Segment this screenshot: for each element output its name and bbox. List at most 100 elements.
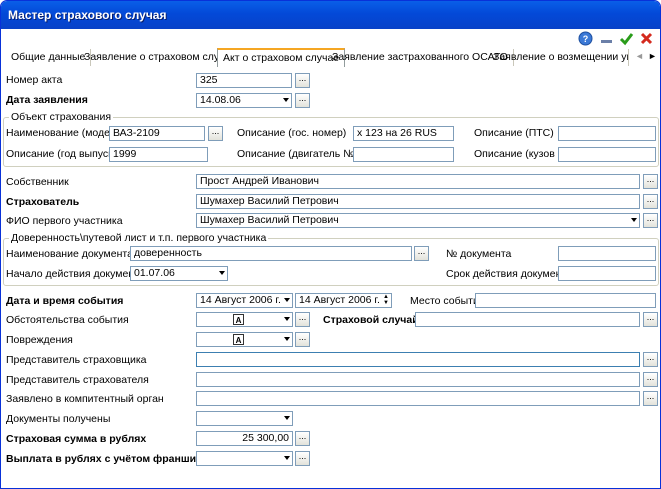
- minimize-icon[interactable]: [599, 31, 614, 46]
- insurer-rep-label: Представитель страховщика: [6, 354, 147, 366]
- tab-damage-claim[interactable]: Заявление о возмещении ущерб: [488, 49, 629, 66]
- act-form: Номер акта 325 ... Дата заявления 14.08.…: [1, 67, 660, 488]
- engine-field[interactable]: [353, 147, 454, 162]
- chevron-down-icon[interactable]: [284, 337, 290, 341]
- tab-claim-act[interactable]: Акт о страховом случае: [217, 48, 346, 68]
- application-date-label: Дата заявления: [6, 94, 88, 106]
- model-field[interactable]: ВАЗ-2109: [109, 126, 205, 141]
- doc-name-label: Наименование документа: [6, 248, 133, 260]
- model-label: Наименование (модель): [6, 127, 125, 139]
- chevron-down-icon[interactable]: [284, 456, 290, 460]
- check-icon[interactable]: [619, 31, 634, 46]
- circumstances-field[interactable]: A: [196, 312, 293, 327]
- close-icon[interactable]: [639, 31, 654, 46]
- font-icon[interactable]: A: [233, 314, 244, 325]
- application-date-field[interactable]: 14.08.06: [196, 93, 292, 108]
- damages-label: Повреждения: [6, 334, 73, 346]
- title-bar: Мастер страхового случая: [1, 1, 660, 29]
- application-date-value: 14.08.06: [200, 94, 241, 106]
- tab-scroll-left-icon[interactable]: ◄: [635, 51, 644, 61]
- chevron-down-icon[interactable]: [284, 317, 290, 321]
- application-date-ellipsis-button[interactable]: ...: [295, 93, 310, 108]
- year-label: Описание (год выпуска): [6, 148, 123, 160]
- act-number-ellipsis-button[interactable]: ...: [295, 73, 310, 88]
- circumstances-label: Обстоятельства события: [6, 314, 129, 326]
- event-time-value: 14 Август 2006 г.: [299, 294, 380, 306]
- doc-start-label: Начало действия документа: [6, 268, 145, 280]
- payout-ellipsis-button[interactable]: ...: [295, 451, 310, 466]
- chevron-down-icon[interactable]: [284, 416, 290, 420]
- event-place-field[interactable]: [475, 293, 656, 308]
- doc-number-field[interactable]: [558, 246, 656, 261]
- authority-ellipsis-button[interactable]: ...: [643, 391, 658, 406]
- insured-case-field[interactable]: [415, 312, 640, 327]
- chevron-down-icon[interactable]: [219, 271, 225, 275]
- chevron-down-icon[interactable]: [283, 98, 289, 102]
- tab-strip: Общие данные Заявление о страховом случа…: [1, 48, 660, 68]
- first-participant-ellipsis-button[interactable]: ...: [643, 213, 658, 228]
- circumstances-ellipsis-button[interactable]: ...: [295, 312, 310, 327]
- help-icon[interactable]: ?: [578, 31, 593, 46]
- year-field[interactable]: 1999: [109, 147, 208, 162]
- insurant-rep-ellipsis-button[interactable]: ...: [643, 372, 658, 387]
- pts-label: Описание (ПТС): [474, 127, 554, 139]
- svg-text:?: ?: [583, 34, 589, 44]
- doc-name-ellipsis-button[interactable]: ...: [414, 246, 429, 261]
- event-place-label: Место события: [410, 295, 485, 307]
- window-toolbar: ?: [1, 29, 660, 49]
- insurant-rep-label: Представитель страхователя: [6, 374, 149, 386]
- insurant-field[interactable]: Шумахер Василий Петрович: [196, 194, 640, 209]
- first-participant-label: ФИО первого участника: [6, 215, 123, 227]
- spin-buttons[interactable]: ▲ ▼: [381, 294, 391, 307]
- event-time-field[interactable]: 14 Август 2006 г. ▲ ▼: [295, 293, 392, 308]
- insured-case-ellipsis-button[interactable]: ...: [643, 312, 658, 327]
- event-date-field[interactable]: 14 Август 2006 г.: [196, 293, 293, 308]
- doc-number-label: № документа: [446, 248, 512, 260]
- insurant-ellipsis-button[interactable]: ...: [643, 194, 658, 209]
- insured-object-legend: Объект страхования: [9, 111, 114, 123]
- insurant-label: Страхователь: [6, 196, 80, 208]
- spin-down-icon[interactable]: ▼: [383, 300, 389, 306]
- pts-field[interactable]: [558, 126, 656, 141]
- font-icon[interactable]: A: [233, 334, 244, 345]
- tab-osago-application[interactable]: Заявление застрахованного ОСАГО: [327, 49, 514, 66]
- doc-name-field[interactable]: доверенность: [130, 246, 412, 261]
- owner-ellipsis-button[interactable]: ...: [643, 174, 658, 189]
- documents-label: Документы получены: [6, 413, 111, 425]
- doc-start-value: 01.07.06: [134, 267, 175, 279]
- model-ellipsis-button[interactable]: ...: [208, 126, 223, 141]
- gos-number-field[interactable]: х 123 на 26 RUS: [353, 126, 454, 141]
- owner-field[interactable]: Прост Андрей Иванович: [196, 174, 640, 189]
- insured-sum-label: Страховая сумма в рублях: [6, 433, 147, 445]
- event-date-value: 14 Август 2006 г.: [200, 294, 281, 306]
- insured-case-label: Страховой случай: [323, 314, 419, 326]
- insurant-rep-field[interactable]: [196, 372, 640, 387]
- first-participant-field[interactable]: Шумахер Василий Петрович: [196, 213, 640, 228]
- window-title: Мастер страхового случая: [8, 8, 167, 22]
- body-field[interactable]: [558, 147, 656, 162]
- damages-ellipsis-button[interactable]: ...: [295, 332, 310, 347]
- first-participant-value: Шумахер Василий Петрович: [200, 214, 339, 226]
- insured-sum-field[interactable]: 25 300,00: [196, 431, 293, 446]
- insurer-rep-field[interactable]: [196, 352, 640, 367]
- chevron-down-icon[interactable]: [631, 218, 637, 222]
- insurer-rep-ellipsis-button[interactable]: ...: [643, 352, 658, 367]
- act-number-field[interactable]: 325: [196, 73, 292, 88]
- payout-field[interactable]: [196, 451, 293, 466]
- authority-field[interactable]: [196, 391, 640, 406]
- payout-label: Выплата в рублях с учётом франшизы: [6, 453, 211, 465]
- event-datetime-label: Дата и время события: [6, 295, 124, 307]
- tab-scroll-right-icon[interactable]: ►: [648, 51, 657, 61]
- engine-label: Описание (двигатель №): [237, 148, 358, 160]
- doc-start-field[interactable]: 01.07.06: [130, 266, 228, 281]
- damages-field[interactable]: A: [196, 332, 293, 347]
- owner-label: Собственник: [6, 176, 69, 188]
- authority-label: Заявлено в компитентный орган: [6, 393, 164, 405]
- doc-term-label: Срок действия документа: [446, 268, 572, 280]
- act-number-label: Номер акта: [6, 74, 63, 86]
- chevron-down-icon[interactable]: [284, 298, 290, 302]
- insured-sum-ellipsis-button[interactable]: ...: [295, 431, 310, 446]
- power-of-attorney-legend: Доверенность\путевой лист и т.п. первого…: [9, 232, 269, 244]
- doc-term-field[interactable]: [558, 266, 656, 281]
- documents-field[interactable]: [196, 411, 293, 426]
